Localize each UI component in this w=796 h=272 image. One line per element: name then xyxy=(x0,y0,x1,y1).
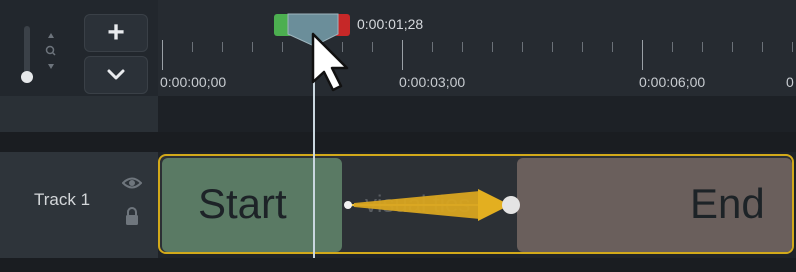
ruler-time-label: 0:00:00;00 xyxy=(160,74,227,90)
end-label: End xyxy=(690,180,765,227)
ruler-tick xyxy=(582,42,583,52)
eye-icon[interactable] xyxy=(121,176,143,195)
ruler-tick xyxy=(672,42,673,52)
track-header-spacer xyxy=(0,96,158,132)
ruler-tick xyxy=(612,42,613,52)
arrow-right-icon[interactable] xyxy=(340,185,530,225)
ruler-tick xyxy=(552,42,553,52)
ruler-tick xyxy=(492,42,493,52)
ruler-tick xyxy=(192,42,193,52)
ruler-tick xyxy=(372,42,373,52)
empty-track-area xyxy=(158,96,796,132)
ruler-tick xyxy=(432,42,433,52)
ruler-time-label: 0:00:03;00 xyxy=(399,74,466,90)
animation-start-point[interactable] xyxy=(344,201,352,209)
ruler-tick xyxy=(642,40,643,70)
ruler-tick xyxy=(462,42,463,52)
ruler-time-label: 0 xyxy=(786,74,794,90)
mouse-cursor-icon xyxy=(311,32,349,92)
playhead-time-readout: 0:00:01;28 xyxy=(357,16,424,32)
ruler-tick xyxy=(762,42,763,52)
ruler-tick xyxy=(732,42,733,52)
ruler-tick xyxy=(792,42,793,52)
ruler-tick xyxy=(222,42,223,52)
ruler-tick xyxy=(162,40,163,70)
track-name: Track 1 xyxy=(34,190,91,209)
timeline-bottom-edge xyxy=(0,258,796,272)
ruler-tick xyxy=(522,42,523,52)
ruler-time-label: 0:00:06;00 xyxy=(639,74,706,90)
ruler-tick xyxy=(702,42,703,52)
start-label: Start xyxy=(198,180,287,227)
ruler-tick xyxy=(402,40,403,70)
track-separator xyxy=(0,132,796,152)
lock-icon[interactable] xyxy=(125,206,139,231)
animation-end-point[interactable] xyxy=(502,196,520,214)
ruler-tick xyxy=(252,42,253,52)
